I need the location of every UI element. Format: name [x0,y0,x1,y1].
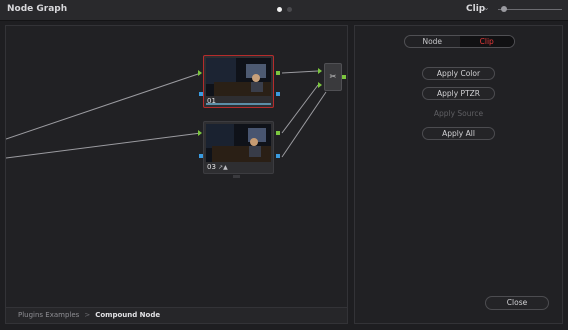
window-title: Node Graph [7,4,68,14]
node-graph-canvas[interactable]: 01 03 ↗▲ ✂ Plugins Examples > Compound Nod… [5,25,348,324]
node-output-port[interactable] [276,131,280,135]
apply-color-button[interactable]: Apply Color [422,67,495,80]
node-03[interactable]: 03 ↗▲ [203,121,274,174]
tab-clip[interactable]: Clip [459,36,514,47]
zoom-slider-track[interactable] [498,9,562,10]
page-indicator[interactable] [287,7,292,12]
close-button[interactable]: Close [485,296,549,310]
node-key-output-port[interactable] [276,154,280,158]
node-output-port[interactable] [276,71,280,75]
apply-ptzr-button[interactable]: Apply PTZR [422,87,495,100]
node-thumbnail [206,124,271,162]
mixer-output-port[interactable] [342,75,346,79]
chevron-down-icon[interactable]: ⌄ [483,3,490,12]
apply-source-button: Apply Source [433,109,484,118]
mixer-node[interactable]: ✂ [324,63,342,91]
node-01[interactable]: 01 [203,55,274,108]
node-input-port[interactable] [198,70,202,76]
apply-panel: Node Clip Apply Color Apply PTZR Apply S… [354,25,563,324]
tab-node[interactable]: Node [405,36,460,47]
node-thumbnail [206,58,271,96]
node-expand-handle[interactable] [233,175,240,178]
breadcrumb-parent[interactable]: Plugins Examples [18,311,79,319]
node-clip-toggle: Node Clip [404,35,515,48]
node-badge-icon: ↗▲ [218,164,228,171]
node-input-port[interactable] [198,130,202,136]
breadcrumb: Plugins Examples > Compound Node [6,307,347,323]
node-key-output-port[interactable] [276,92,280,96]
connection-wires [6,70,327,159]
page-indicator-active[interactable] [277,7,282,12]
node-progress-bar [206,103,271,105]
title-bar: Node Graph Clip ⌄ [0,0,568,21]
apply-all-button[interactable]: Apply All [422,127,495,140]
mixer-input-port[interactable] [318,82,322,88]
node-label: 03 ↗▲ [207,163,228,171]
mixer-input-port[interactable] [318,68,322,74]
zoom-slider-handle[interactable] [501,6,507,12]
breadcrumb-separator: > [84,311,91,319]
breadcrumb-current: Compound Node [95,311,161,319]
